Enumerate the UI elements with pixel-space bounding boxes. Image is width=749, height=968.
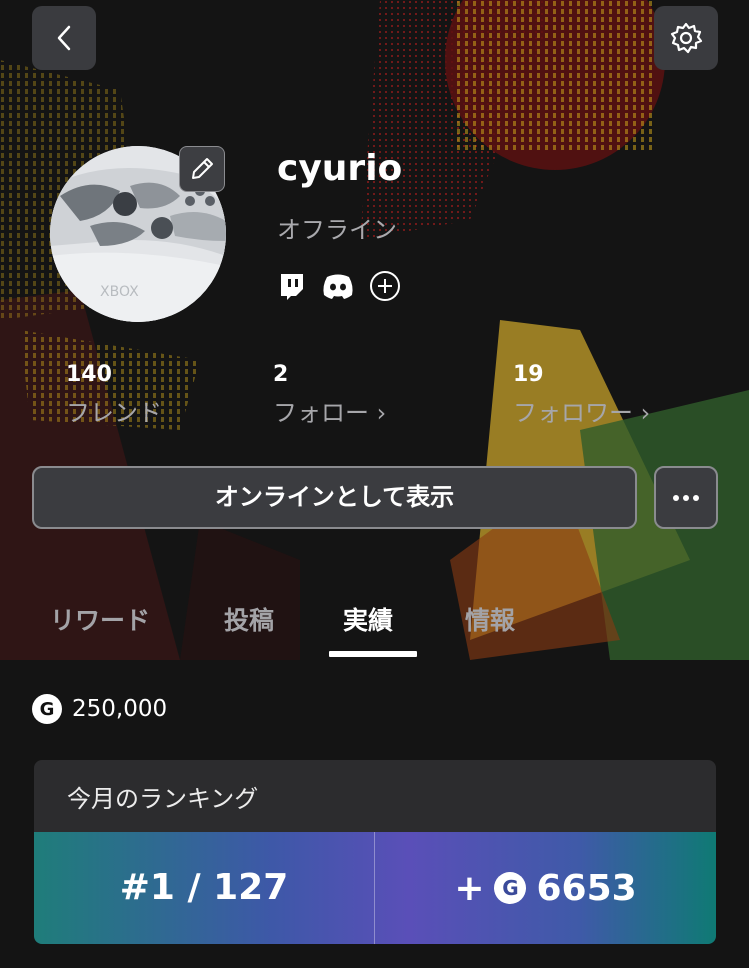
gamerscore-icon: G	[494, 872, 527, 904]
tab-info[interactable]: 情報	[465, 601, 515, 637]
ranking-title: 今月のランキング	[67, 785, 259, 813]
followers-label: フォロワー ›	[513, 399, 651, 427]
gamerscore-icon: G	[32, 694, 62, 724]
friends-label: フレンド	[66, 399, 162, 427]
stat-friends: 140 フレンド	[66, 362, 162, 428]
gamerscore-value: 250,000	[72, 696, 168, 722]
active-tab-indicator	[329, 651, 417, 657]
username: cyurio	[277, 148, 403, 189]
gain-value: 6653	[536, 867, 637, 909]
profile-banner-art	[0, 0, 749, 660]
discord-icon[interactable]	[321, 272, 355, 300]
ranking-card-header: 今月のランキング	[34, 760, 716, 832]
pencil-icon	[192, 158, 213, 179]
ranking-position: #1 / 127	[119, 867, 289, 908]
more-dots-icon	[673, 494, 699, 501]
svg-text:XBOX: XBOX	[100, 284, 139, 300]
monthly-ranking-card[interactable]: 今月のランキング #1 / 127 + G 6653	[34, 760, 716, 944]
chevron-left-icon	[57, 25, 71, 51]
gear-icon	[670, 22, 703, 54]
following-count: 2	[273, 362, 289, 387]
ranking-gain: + G 6653	[375, 832, 716, 944]
social-links	[277, 270, 401, 302]
settings-button[interactable]	[654, 6, 718, 70]
edit-profile-button[interactable]	[179, 146, 225, 192]
stat-followers[interactable]: 19 フォロワー ›	[513, 362, 650, 428]
online-status: オフライン	[277, 216, 397, 244]
ranking-card-body: #1 / 127 + G 6653	[34, 832, 716, 944]
followers-count: 19	[513, 362, 544, 387]
tab-rewards[interactable]: リワード	[50, 601, 150, 637]
more-options-button[interactable]	[654, 466, 718, 529]
following-label: フォロー ›	[273, 399, 387, 427]
gamerscore: G 250,000	[32, 694, 167, 724]
twitch-icon[interactable]	[277, 271, 307, 301]
add-circle-icon[interactable]	[369, 270, 401, 302]
tab-achievements[interactable]: 実績	[343, 601, 393, 637]
friends-count: 140	[66, 362, 112, 387]
appear-online-button[interactable]: オンラインとして表示	[32, 466, 637, 529]
tab-posts[interactable]: 投稿	[224, 601, 274, 637]
stat-following[interactable]: 2 フォロー ›	[273, 362, 386, 428]
gain-prefix: +	[454, 867, 485, 909]
back-button[interactable]	[32, 6, 96, 70]
